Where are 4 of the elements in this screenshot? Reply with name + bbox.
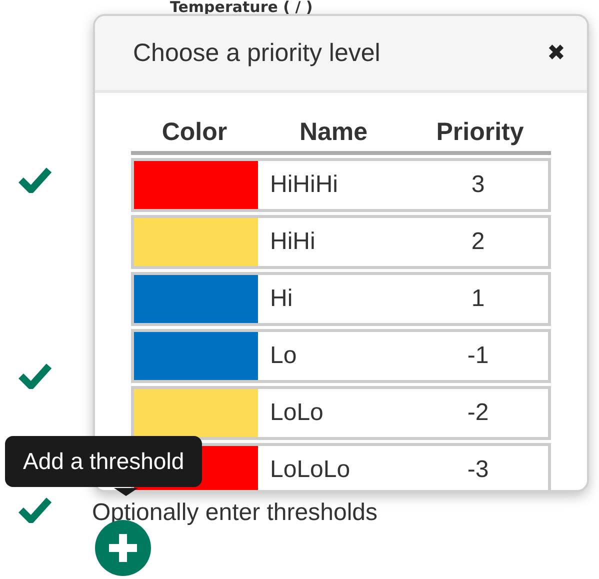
- step-label: Optionally enter thresholds: [92, 500, 378, 526]
- section-heading: Temperature ( / ): [170, 0, 313, 16]
- dialog-title: Choose a priority level: [133, 38, 380, 68]
- tooltip: Add a threshold: [5, 436, 202, 487]
